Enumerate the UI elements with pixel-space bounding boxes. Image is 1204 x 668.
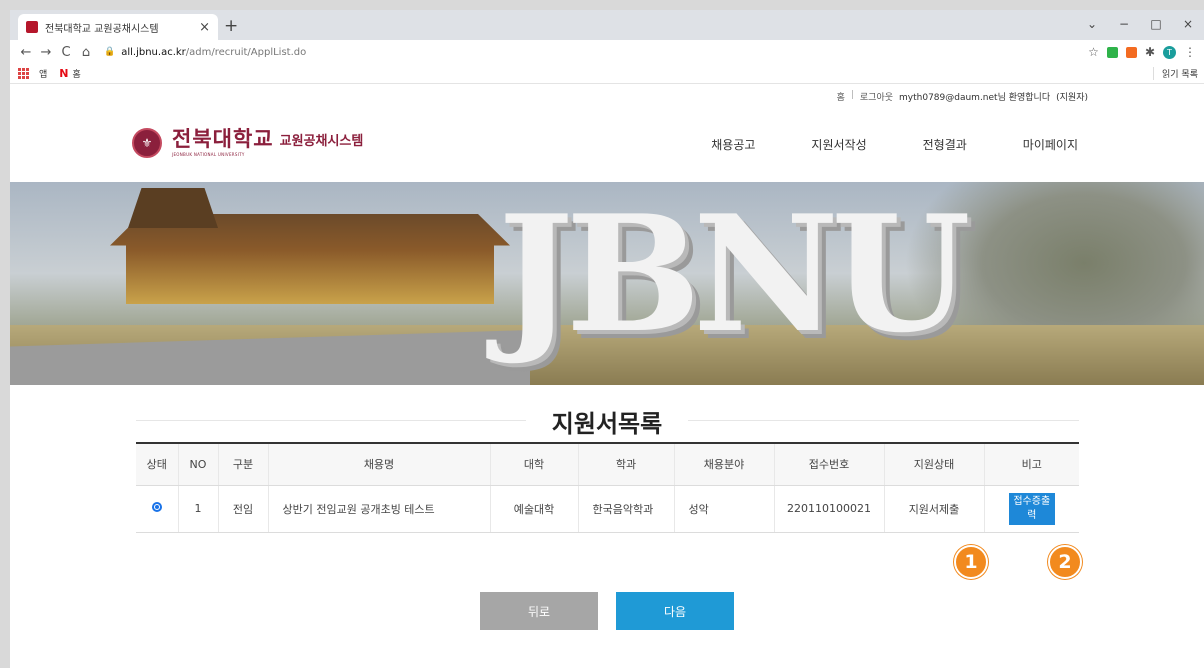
banner-gate-roof (128, 188, 218, 228)
bookmark-home[interactable]: N 홈 (59, 67, 81, 80)
welcome-text: myth0789@daum.net님 환영합니다 (899, 93, 1051, 103)
row-department: 한국음악학과 (578, 485, 675, 533)
tab-close-icon[interactable]: × (199, 20, 210, 35)
url-host: all.jbnu.ac.kr (121, 46, 186, 58)
netflix-icon: N (59, 67, 69, 80)
hero-banner: JBNU (10, 182, 1204, 385)
logout-link[interactable]: 로그아웃 (860, 90, 893, 103)
callout-marker-1: 1 (954, 545, 988, 579)
extension-green-icon[interactable] (1106, 46, 1118, 58)
tab-title: 전북대학교 교원공채시스템 (45, 23, 159, 35)
home-link[interactable]: 홈 (837, 90, 845, 103)
header-status: 상태 (136, 443, 179, 486)
header-application-status: 지원상태 (884, 443, 985, 486)
minimize-button[interactable]: − (1108, 10, 1140, 38)
row-select-cell[interactable] (136, 485, 179, 533)
reload-icon[interactable]: C (56, 45, 76, 60)
tab-search-icon[interactable]: ⌄ (1076, 10, 1108, 38)
row-select-radio[interactable] (151, 502, 162, 512)
bookmark-star-icon[interactable]: ☆ (1088, 45, 1099, 59)
header-type: 구분 (218, 443, 269, 486)
next-button[interactable]: 다음 (616, 592, 734, 630)
reading-list-button[interactable]: 읽기 목록 (1153, 67, 1198, 80)
extensions-puzzle-icon[interactable]: ✱ (1145, 45, 1155, 59)
table-header-row: 상태 NO 구분 채용명 대학 학과 채용분야 접수번호 지원상태 비고 (136, 443, 1079, 486)
lock-icon: 🔒 (104, 47, 116, 57)
banner-jbnu-sculpture: JBNU (498, 182, 971, 368)
maximize-button[interactable]: □ (1140, 10, 1172, 38)
university-emblem-icon: ⚜ (132, 128, 162, 158)
site-logo[interactable]: ⚜ 전북대학교 JEONBUK NATIONAL UNIVERSITY 교원공채… (132, 128, 363, 158)
new-tab-button[interactable]: + (224, 16, 238, 36)
url-field[interactable]: 🔒 all.jbnu.ac.kr /adm/recruit/ApplList.d… (104, 47, 1044, 58)
logo-english-name: JEONBUK NATIONAL UNIVERSITY (172, 152, 245, 157)
logo-university-name: 전북대학교 (172, 127, 274, 151)
bookmark-apps-label: 앱 (39, 70, 48, 80)
apps-grid-icon (18, 68, 29, 79)
main-nav: 채용공고 지원서작성 전형결과 마이페이지 (711, 136, 1078, 153)
header-no: NO (178, 443, 219, 486)
page-title: 지원서목록 (551, 410, 663, 438)
url-path: /adm/recruit/ApplList.do (185, 46, 307, 58)
row-title: 상반기 전임교원 공개초빙 테스트 (268, 485, 491, 533)
nav-item-recruit[interactable]: 채용공고 (711, 136, 755, 153)
site-page: 홈 | 로그아웃 myth0789@daum.net님 환영합니다 (지원자) … (10, 84, 1204, 648)
browser-window: 전북대학교 교원공채시스템 × + ⌄ − □ × ← → C ⌂ 🔒 all.… (10, 10, 1204, 668)
print-receipt-button[interactable]: 접수증출력 (1008, 492, 1055, 525)
profile-avatar[interactable]: T (1163, 45, 1176, 59)
header-field: 채용분야 (674, 443, 775, 486)
header-title: 채용명 (268, 443, 491, 486)
nav-item-mypage[interactable]: 마이페이지 (1023, 136, 1078, 153)
nav-item-results[interactable]: 전형결과 (923, 136, 967, 153)
window-controls: ⌄ − □ × (1076, 10, 1204, 38)
table-row[interactable]: 1 전임 상반기 전임교원 공개초빙 테스트 예술대학 한국음악학과 성악 22… (136, 485, 1079, 533)
bookmark-apps[interactable]: 앱 (18, 67, 47, 80)
close-window-button[interactable]: × (1172, 10, 1204, 38)
callout-marker-2: 2 (1048, 545, 1082, 579)
row-no: 1 (178, 485, 219, 533)
application-table: 상태 NO 구분 채용명 대학 학과 채용분야 접수번호 지원상태 비고 1 전… (136, 442, 1079, 533)
address-bar: ← → C ⌂ 🔒 all.jbnu.ac.kr /adm/recruit/Ap… (10, 40, 1204, 64)
utility-links: 홈 | 로그아웃 myth0789@daum.net님 환영합니다 (지원자) (837, 90, 1088, 103)
extension-orange-icon[interactable] (1125, 46, 1137, 58)
row-application-status: 지원서제출 (884, 485, 985, 533)
row-college: 예술대학 (490, 485, 579, 533)
logo-system-name: 교원공채시스템 (279, 134, 364, 149)
utility-separator: | (850, 90, 854, 100)
browser-tab[interactable]: 전북대학교 교원공채시스템 × (18, 14, 218, 40)
back-button[interactable]: 뒤로 (480, 592, 598, 630)
header-college: 대학 (490, 443, 579, 486)
header-receipt-no: 접수번호 (774, 443, 885, 486)
user-role: (지원자) (1056, 93, 1088, 103)
row-receipt-no: 220110100021 (774, 485, 885, 533)
row-field: 성악 (674, 485, 775, 533)
forward-arrow-icon[interactable]: → (36, 45, 56, 60)
extension-toolbar: ☆ ✱ T ⋮ (1088, 45, 1204, 59)
tab-strip: 전북대학교 교원공채시스템 × + ⌄ − □ × (10, 10, 1204, 40)
logo-text-group: 전북대학교 JEONBUK NATIONAL UNIVERSITY (172, 127, 274, 158)
row-note-cell: 접수증출력 (984, 485, 1079, 533)
home-icon[interactable]: ⌂ (76, 45, 96, 60)
browser-menu-icon[interactable]: ⋮ (1184, 45, 1196, 59)
row-type: 전임 (218, 485, 269, 533)
back-arrow-icon[interactable]: ← (16, 45, 36, 60)
bookmark-home-label: 홈 (72, 70, 81, 80)
nav-item-application[interactable]: 지원서작성 (811, 136, 866, 153)
bookmarks-bar: 앱 N 홈 읽기 목록 (10, 64, 1204, 84)
header-department: 학과 (578, 443, 675, 486)
header-note: 비고 (984, 443, 1079, 486)
site-favicon-icon (26, 21, 38, 33)
